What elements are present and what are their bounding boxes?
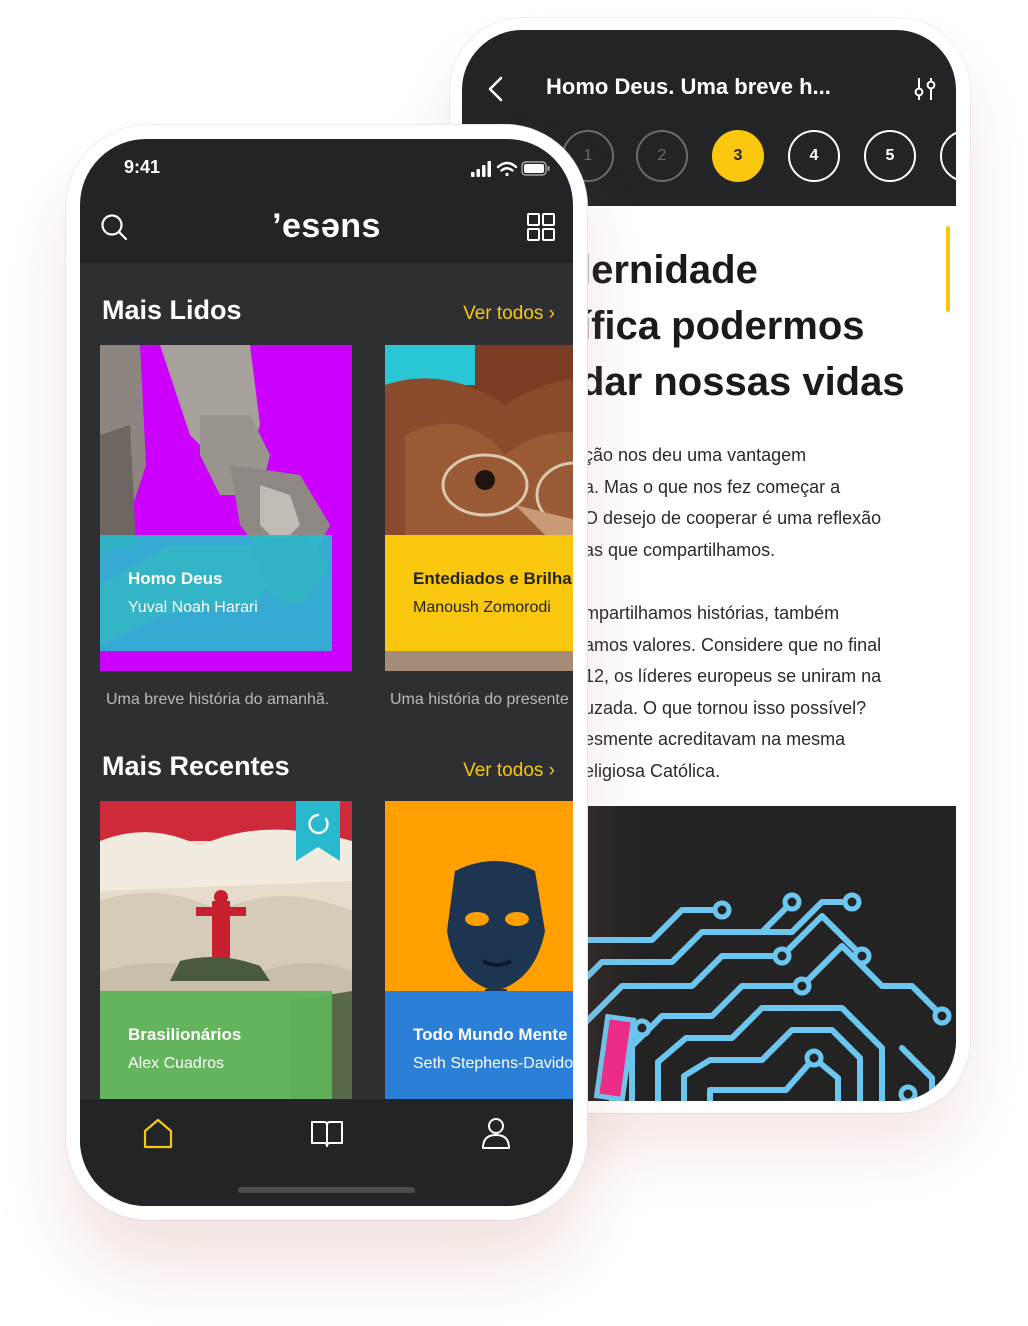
book-label: Todo Mundo Mente Seth Stephens-Davidowit… [385, 991, 573, 1099]
book-card-homo-deus[interactable]: Homo Deus Yuval Noah Harari [100, 345, 352, 671]
chapter-title: lernidade ífica podermos dar nossas vida… [580, 248, 905, 404]
see-all-most-read-link[interactable]: Ver todos › [463, 303, 555, 325]
wifi-icon [496, 161, 518, 177]
section-title-recent: Mais Recentes [102, 751, 290, 781]
status-icons [471, 159, 551, 179]
book-title: Entediados e Brilhantes [413, 569, 573, 588]
signal-icon [471, 161, 491, 177]
settings-sliders-icon[interactable] [912, 76, 938, 102]
book-subtitle: Uma breve história do amanhã. [106, 691, 330, 708]
book-label: Brasilionários Alex Cuadros [100, 991, 332, 1099]
profile-icon[interactable] [478, 1115, 514, 1151]
reader-paragraph: ção nos deu uma vantagem a. Mas o que no… [584, 445, 882, 560]
step-2[interactable]: 2 [636, 130, 688, 182]
book-author: Seth Stephens-Davidowitz [413, 1055, 573, 1072]
reader-paragraph: mpartilhamos histórias, também amos valo… [584, 603, 882, 781]
step-6[interactable] [940, 130, 956, 182]
book-title: Todo Mundo Mente [413, 1025, 568, 1044]
book-card-brasilionarios[interactable]: Brasilionários Alex Cuadros [100, 801, 352, 1099]
top-nav: ’esəns [80, 199, 573, 263]
home-icon[interactable] [140, 1115, 176, 1151]
reader-title: Homo Deus. Uma breve h... [546, 74, 831, 99]
back-chevron-icon[interactable] [482, 74, 512, 104]
book-card-todo-mundo-mente[interactable]: Todo Mundo Mente Seth Stephens-Davidowit… [385, 801, 573, 1099]
book-author: Manoush Zomorodi [413, 599, 551, 616]
see-all-recent-link[interactable]: Ver todos › [463, 760, 555, 782]
battery-icon [521, 161, 550, 176]
book-subtitle: Uma história do presente [390, 691, 569, 708]
status-time: 9:41 [124, 157, 161, 177]
step-3[interactable]: 3 [712, 130, 764, 182]
book-label: Homo Deus Yuval Noah Harari [100, 535, 332, 651]
book-title: Homo Deus [128, 569, 223, 588]
book-card-entediados[interactable]: Entediados e Brilhantes Manoush Zomorodi [385, 345, 573, 671]
book-author: Alex Cuadros [128, 1055, 225, 1072]
step-4[interactable]: 4 [788, 130, 840, 182]
home-phone: 9:41 ’esəns Mais Lidos Ver todos › Homo … [66, 125, 587, 1220]
book-author: Yuval Noah Harari [128, 599, 258, 616]
book-icon[interactable] [309, 1115, 345, 1151]
book-label: Entediados e Brilhantes Manoush Zomorodi [385, 535, 573, 651]
app-logo: ’esəns [272, 207, 381, 245]
grid-icon[interactable] [527, 213, 555, 241]
section-title-most-read: Mais Lidos [102, 295, 242, 325]
home-indicator [238, 1187, 415, 1193]
book-title: Brasilionários [128, 1025, 242, 1044]
bookmark-progress-icon [296, 801, 340, 861]
home-content: Mais Lidos Ver todos › Homo Deus Yuval N… [80, 263, 573, 1099]
home-screen: 9:41 ’esəns Mais Lidos Ver todos › Homo … [80, 139, 573, 1206]
status-bar: 9:41 [80, 139, 573, 199]
step-5[interactable]: 5 [864, 130, 916, 182]
